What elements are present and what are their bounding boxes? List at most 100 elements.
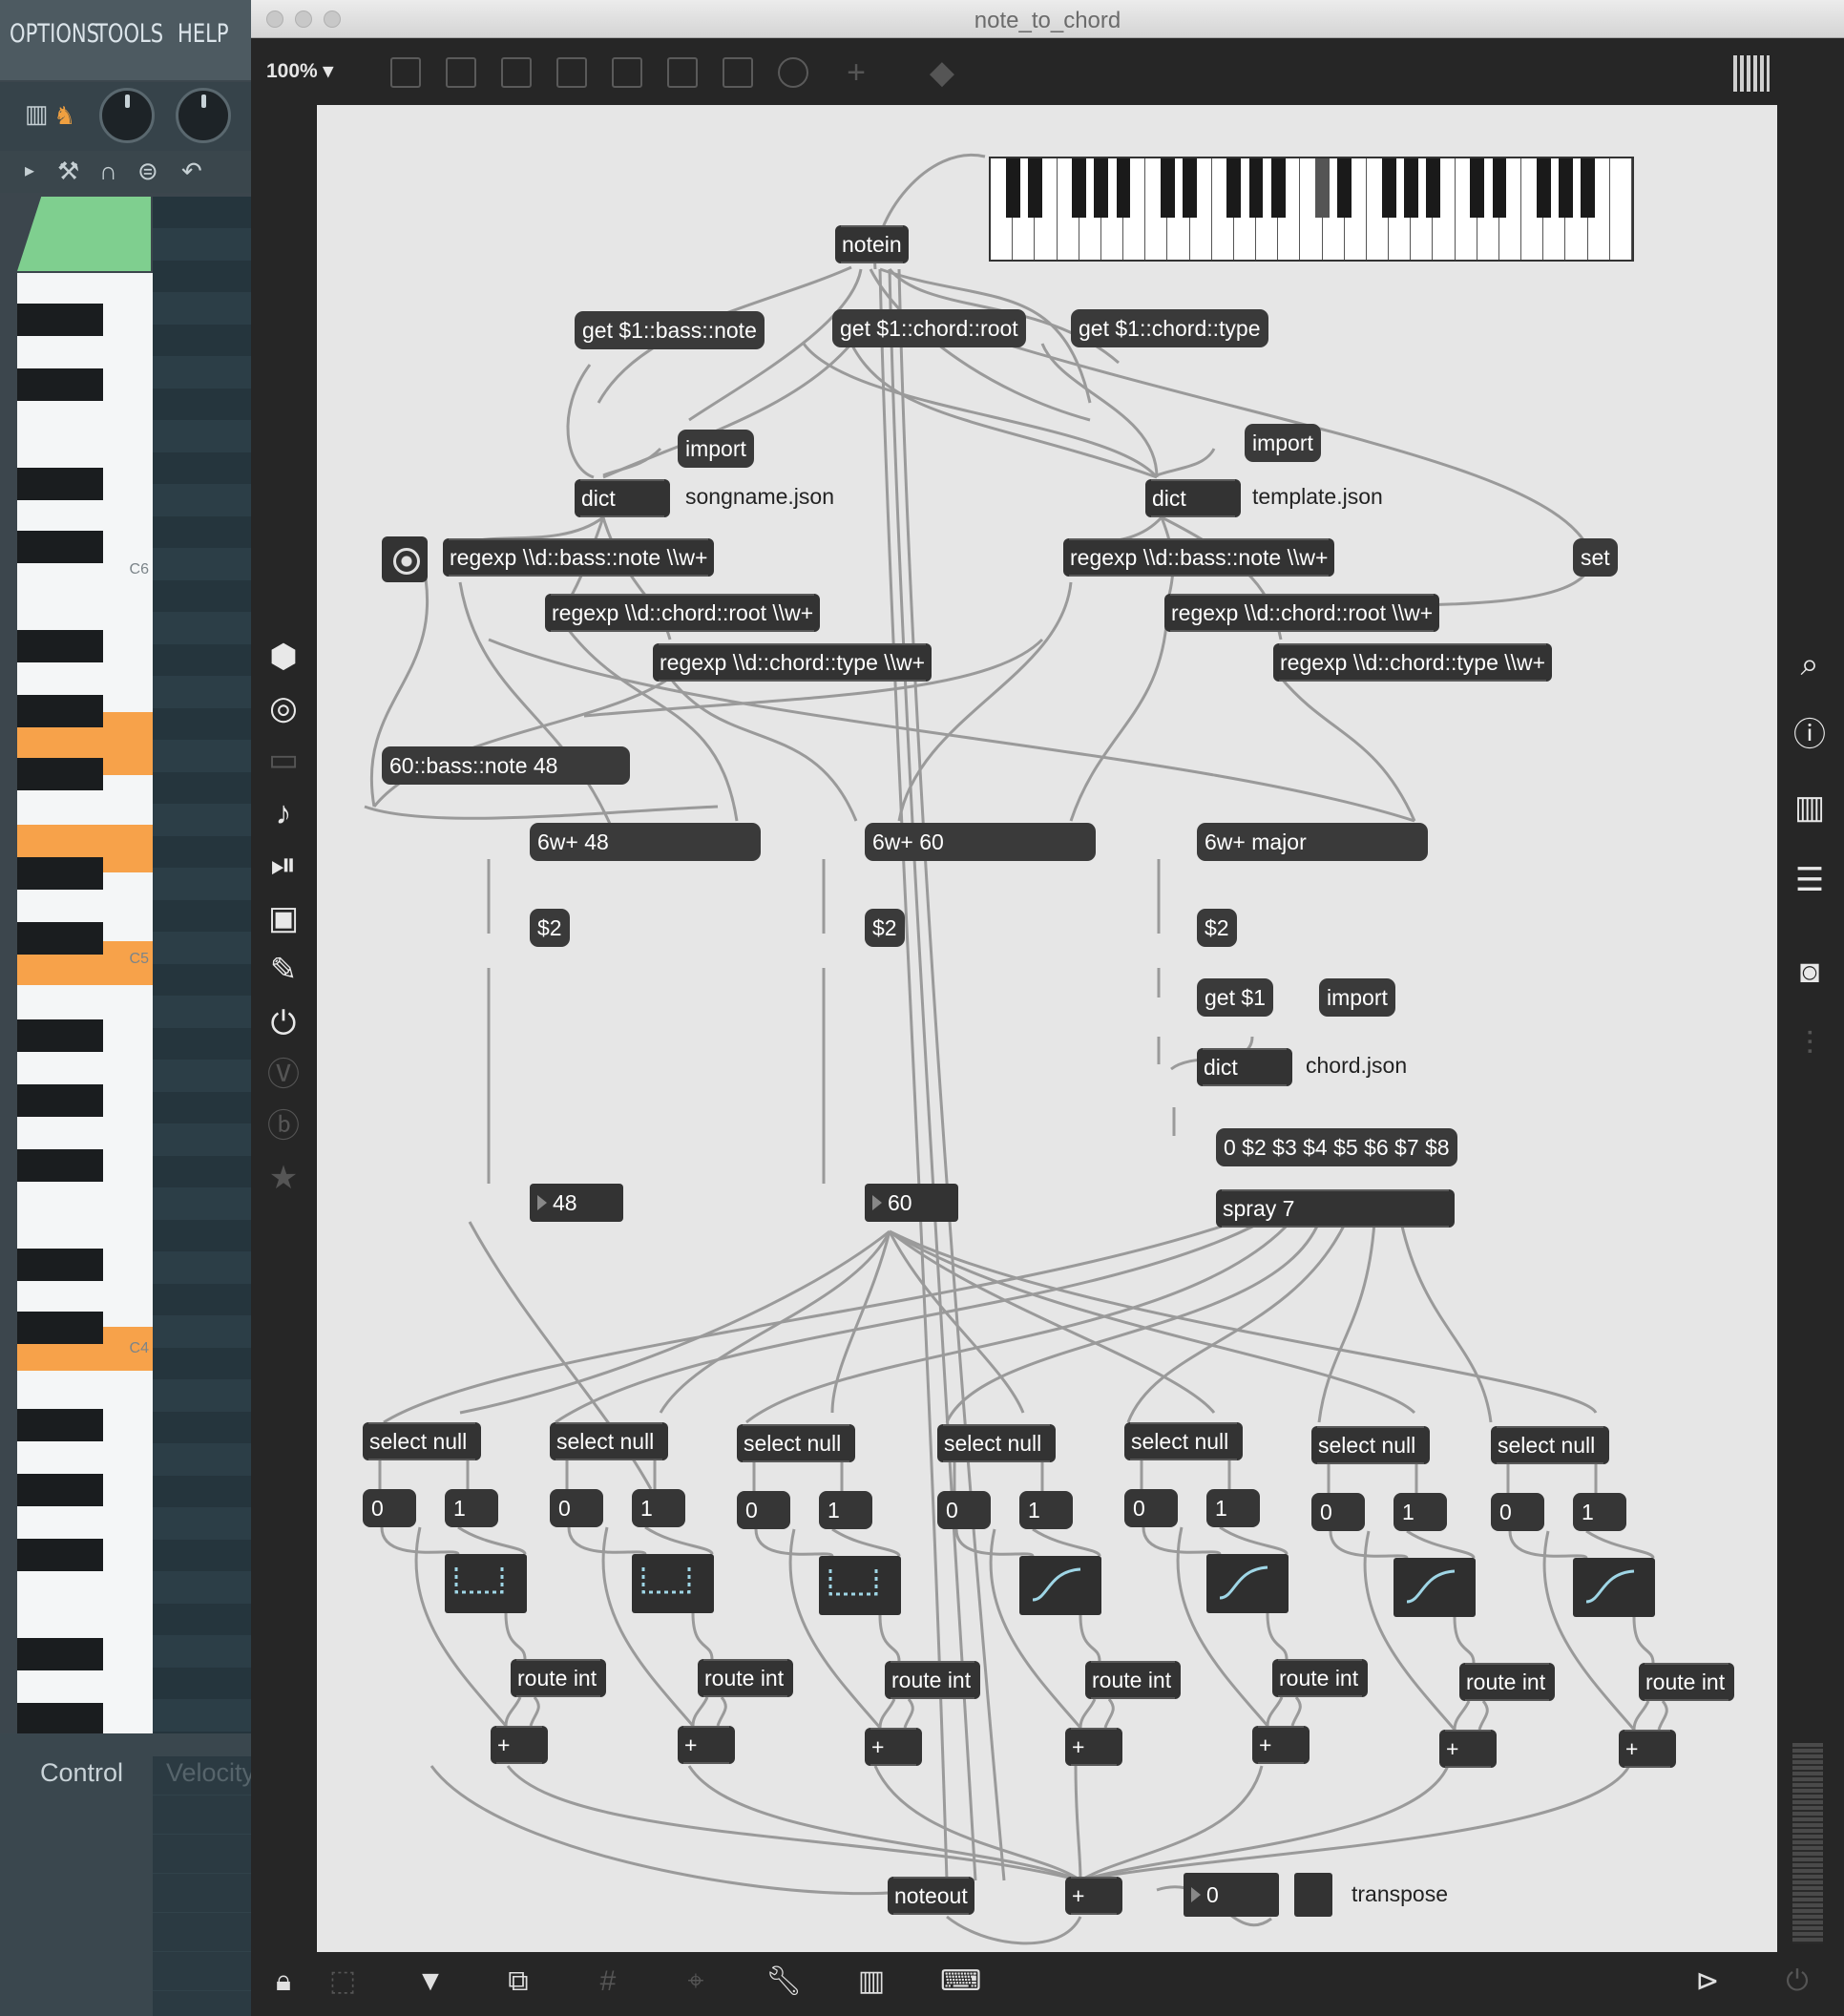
transport-icon[interactable]: ⏯ xyxy=(264,846,303,884)
zero-message[interactable]: 0 xyxy=(1311,1493,1365,1531)
zero-message[interactable]: 0 xyxy=(737,1491,790,1529)
black-key[interactable] xyxy=(17,1638,103,1670)
new-message-icon[interactable] xyxy=(446,57,476,88)
select-object[interactable]: select null xyxy=(1124,1422,1243,1460)
one-message[interactable]: 1 xyxy=(632,1489,685,1527)
v-icon[interactable]: Ⓥ xyxy=(264,1056,303,1094)
grid-toggle-icon[interactable]: # xyxy=(589,1964,627,1999)
dollar2-message[interactable]: $2 xyxy=(530,909,570,947)
black-key[interactable] xyxy=(17,1149,103,1182)
one-message[interactable]: 1 xyxy=(1393,1493,1447,1531)
music-note-icon[interactable]: ♪ xyxy=(264,794,303,832)
get-root-message[interactable]: get $1::chord::root xyxy=(832,309,1026,347)
target-icon[interactable]: ◎ xyxy=(264,689,303,727)
black-key[interactable] xyxy=(17,1019,103,1052)
regexp-root-object[interactable]: regexp \\d::chord::root \\w+ xyxy=(1164,594,1440,632)
black-key[interactable] xyxy=(1426,158,1440,218)
route-object[interactable]: route int xyxy=(1085,1661,1181,1699)
windows-icon[interactable]: ⧉ xyxy=(499,1964,537,1999)
white-key[interactable] xyxy=(1609,158,1632,260)
control-selector[interactable]: Control xyxy=(40,1758,123,1788)
regexp-type-object[interactable]: regexp \\d::chord::type \\w+ xyxy=(653,643,932,682)
black-key[interactable] xyxy=(17,857,103,890)
black-key[interactable] xyxy=(1116,158,1131,218)
black-key[interactable] xyxy=(1027,158,1042,218)
route-object[interactable]: route int xyxy=(885,1661,980,1699)
power-icon[interactable]: ⏻ xyxy=(1778,1964,1816,1999)
line-gate[interactable] xyxy=(1019,1556,1101,1615)
black-key[interactable] xyxy=(17,1312,103,1344)
black-key[interactable] xyxy=(17,922,103,955)
stamp-icon[interactable]: ♞ xyxy=(53,101,75,130)
button-object-icon[interactable] xyxy=(556,57,587,88)
get-type-message[interactable]: get $1::chord::type xyxy=(1071,309,1268,347)
regexp-bass-object[interactable]: regexp \\d::bass::note \\w+ xyxy=(443,538,715,577)
book-icon[interactable]: ▥ xyxy=(1791,788,1829,827)
event-lane[interactable] xyxy=(153,1756,251,2016)
camera-icon[interactable]: ◙ xyxy=(1791,953,1829,991)
paint-bucket-icon[interactable]: ◆ xyxy=(923,53,961,92)
black-key[interactable] xyxy=(17,1474,103,1506)
black-key[interactable] xyxy=(1248,158,1264,218)
plus-object[interactable]: + xyxy=(1439,1730,1497,1768)
noteout-object[interactable]: noteout xyxy=(888,1877,974,1915)
black-key[interactable] xyxy=(17,468,103,500)
plus-object[interactable]: + xyxy=(1065,1877,1122,1915)
wmajor-message[interactable]: 6w+ major xyxy=(1197,823,1428,861)
black-key[interactable] xyxy=(1403,158,1418,218)
b-icon[interactable]: ⓑ xyxy=(264,1107,303,1145)
dict-object[interactable]: dict xyxy=(575,479,670,517)
bang-button[interactable] xyxy=(382,536,428,582)
presentation-select-icon[interactable]: ⬚ xyxy=(324,1964,362,1999)
toggle-object-icon[interactable] xyxy=(612,57,642,88)
info-icon[interactable]: ⓘ xyxy=(1791,716,1829,754)
import-message[interactable]: import xyxy=(1319,978,1395,1017)
plus-object[interactable]: + xyxy=(678,1726,735,1764)
dial-object-icon[interactable] xyxy=(778,57,808,88)
list-message[interactable]: 0 $2 $3 $4 $5 $6 $7 $8 xyxy=(1216,1128,1457,1166)
route-object[interactable]: route int xyxy=(698,1659,793,1697)
paperclip-icon[interactable]: ✎ xyxy=(264,951,303,989)
console-icon[interactable]: ☰ xyxy=(1791,861,1829,899)
plus-object[interactable]: + xyxy=(1252,1726,1310,1764)
black-key[interactable] xyxy=(1559,158,1573,218)
select-object[interactable]: select null xyxy=(1491,1426,1609,1464)
transpose-stepper[interactable] xyxy=(1294,1873,1332,1917)
plus-object[interactable]: + xyxy=(865,1728,922,1766)
debug-icon[interactable]: ⌖ xyxy=(677,1964,715,1999)
black-key[interactable] xyxy=(17,304,103,336)
notein-object[interactable]: notein xyxy=(835,225,909,263)
black-key[interactable] xyxy=(17,1703,103,1735)
piano-icon[interactable]: ▥ xyxy=(25,99,49,128)
note-grid[interactable] xyxy=(153,197,251,1733)
black-key[interactable] xyxy=(17,1409,103,1441)
route-object[interactable]: route int xyxy=(1459,1663,1555,1701)
wrench-icon[interactable]: 🔧︎ xyxy=(765,1964,803,1999)
black-key[interactable] xyxy=(1226,158,1242,218)
w48-message[interactable]: 6w+ 48 xyxy=(530,823,761,861)
zoom-menu[interactable]: 100% ▾ xyxy=(266,59,333,83)
zero-message[interactable]: 0 xyxy=(363,1489,416,1527)
black-key[interactable] xyxy=(1005,158,1020,218)
import-message[interactable]: import xyxy=(678,430,754,468)
wrench-icon[interactable]: ⚒ xyxy=(57,157,79,185)
black-key[interactable] xyxy=(17,1249,103,1281)
import-message[interactable]: import xyxy=(1245,424,1321,462)
bass-note-message[interactable]: 60::bass::note 48 xyxy=(382,746,630,785)
line-gate[interactable] xyxy=(1206,1554,1289,1613)
search-icon[interactable]: ⌕ xyxy=(1791,645,1829,683)
swing-knob[interactable] xyxy=(99,88,155,143)
line-gate[interactable] xyxy=(819,1556,901,1615)
number-box[interactable]: 60 xyxy=(865,1184,958,1222)
get-bass-message[interactable]: get $1::bass::note xyxy=(575,311,765,349)
grid-icon[interactable] xyxy=(1733,55,1770,92)
black-key[interactable] xyxy=(1315,158,1330,218)
dict-object[interactable]: dict xyxy=(1145,479,1241,517)
lock-icon[interactable]: 🔒︎ xyxy=(264,1964,303,1999)
black-key[interactable] xyxy=(1381,158,1396,218)
menu-options[interactable]: OPTIONS xyxy=(10,19,99,49)
dollar2-message[interactable]: $2 xyxy=(1197,909,1237,947)
black-key[interactable] xyxy=(17,1084,103,1117)
comment-icon[interactable] xyxy=(501,57,532,88)
spray-object[interactable]: spray 7 xyxy=(1216,1189,1455,1228)
